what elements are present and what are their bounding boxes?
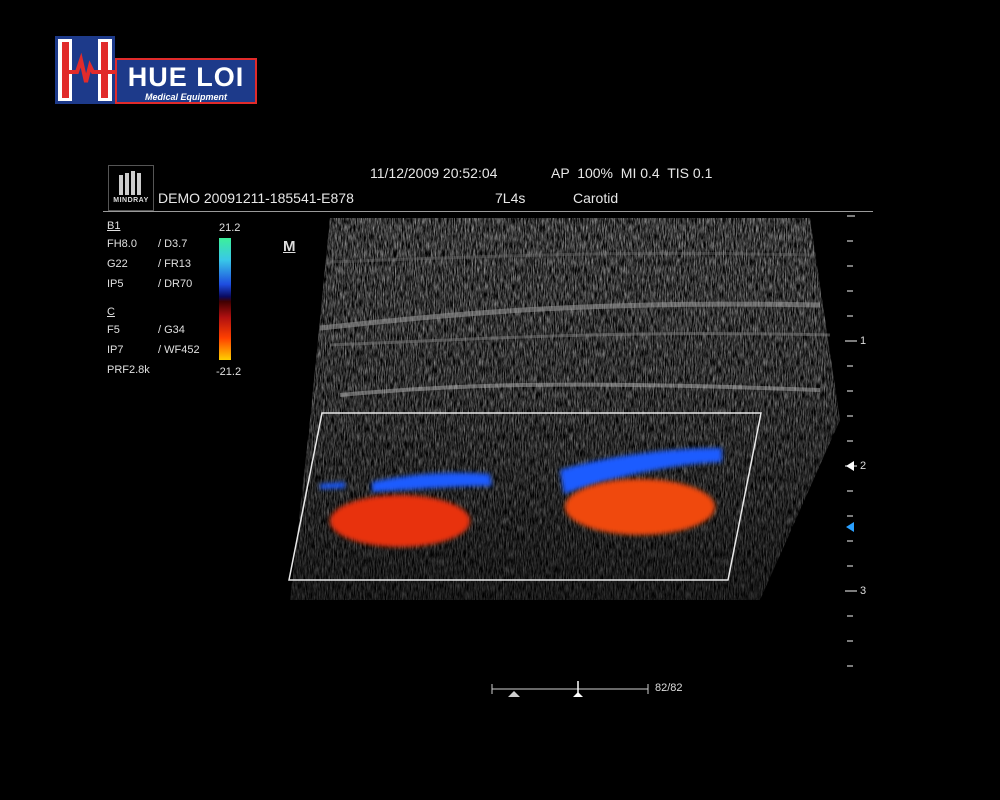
frame-counter: 82/82 bbox=[655, 682, 683, 694]
depth-label: 1 bbox=[860, 335, 867, 347]
cine-position-marker-icon[interactable] bbox=[573, 692, 583, 697]
focus-marker-blue-icon[interactable] bbox=[846, 522, 854, 532]
cine-scrub-bar[interactable] bbox=[491, 681, 649, 697]
ultrasound-image bbox=[288, 215, 857, 697]
depth-label: 3 bbox=[860, 585, 867, 597]
focus-marker-icon[interactable] bbox=[846, 461, 854, 471]
depth-scale bbox=[845, 215, 857, 667]
cine-start-marker-icon[interactable] bbox=[508, 691, 520, 697]
depth-label: 2 bbox=[860, 460, 867, 472]
